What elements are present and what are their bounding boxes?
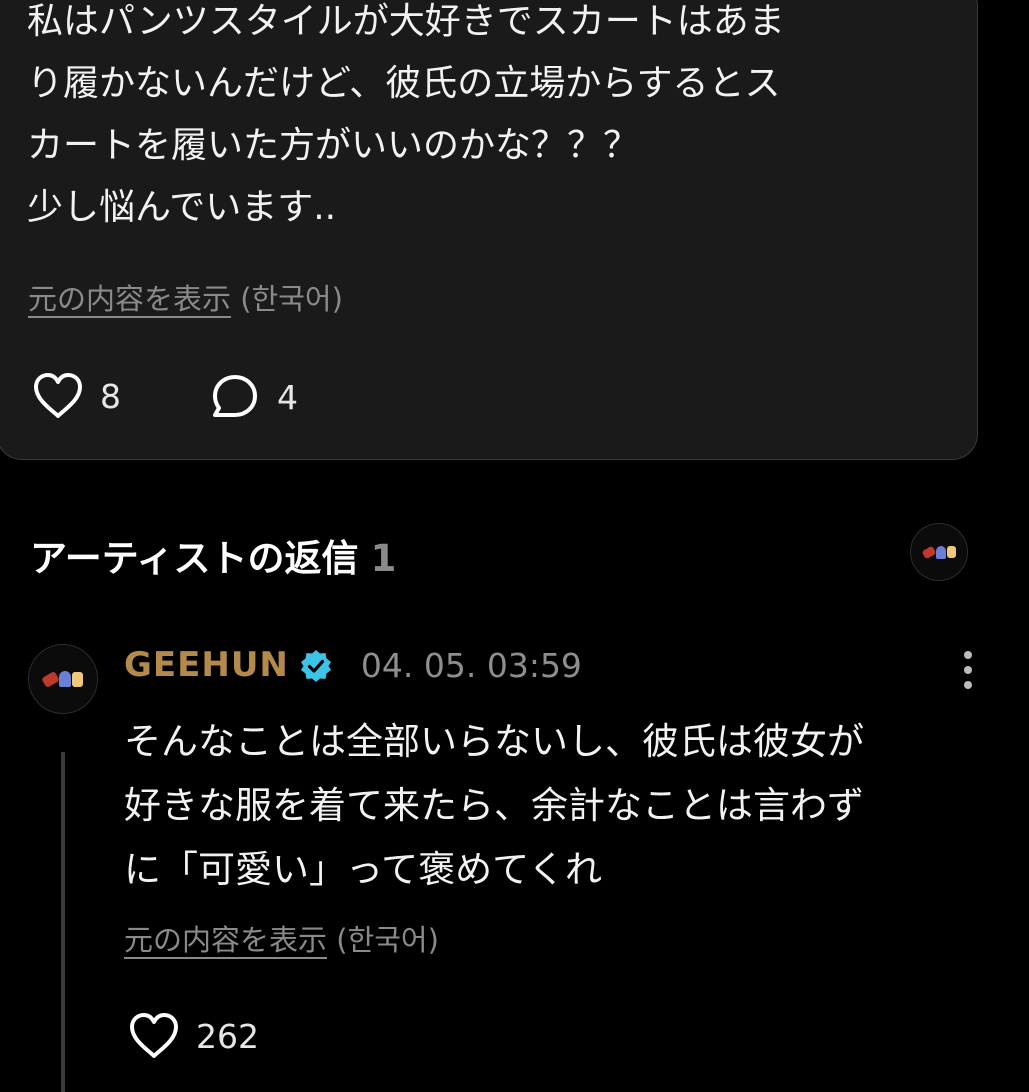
heart-outline-icon xyxy=(34,373,82,418)
reply-timestamp: 04. 05. 03:59 xyxy=(360,645,582,685)
post-line: り履かないんだけど、彼氏の立場からするとス xyxy=(27,63,781,104)
rock-hand-emoji xyxy=(72,671,83,687)
artist-replies-title: アーティストの返信 xyxy=(30,537,359,580)
post-comment-count: 4 xyxy=(277,377,298,417)
reply-original-language: (한국어) xyxy=(336,923,439,957)
more-vertical-icon[interactable] xyxy=(957,648,979,692)
thread-line xyxy=(61,752,65,1092)
reply-line: 好きな服を着て来たら、余計なことは言わず xyxy=(124,784,864,827)
reply-like-button[interactable]: 262 xyxy=(128,1012,259,1060)
artist-avatar-small[interactable] xyxy=(910,523,968,581)
reply-avatar[interactable] xyxy=(28,644,98,714)
post-like-button[interactable]: 8 xyxy=(32,372,121,420)
reply-like-count: 262 xyxy=(196,1016,259,1056)
post-body: 私はパンツスタイルが大好きでスカートはあま り履かないんだけど、彼氏の立場からす… xyxy=(27,0,927,239)
reply-translate-row: 元の内容を表示 (한국어) xyxy=(124,917,439,959)
guitar-emoji xyxy=(921,545,936,559)
post-translate-row: 元の内容を表示 (한국어) xyxy=(28,276,343,318)
post-show-original-link[interactable]: 元の内容を表示 xyxy=(28,282,231,316)
reply-line: そんなことは全部いらないし、彼氏は彼女が xyxy=(124,720,864,763)
post-original-language: (한국어) xyxy=(240,282,343,316)
reply-show-original-link[interactable]: 元の内容を表示 xyxy=(124,923,327,957)
reply-header: GEEHUN 04. 05. 03:59 xyxy=(124,645,582,685)
post-line: 私はパンツスタイルが大好きでスカートはあま xyxy=(27,1,785,42)
verified-badge-icon xyxy=(300,650,331,682)
speech-bubble-icon xyxy=(213,375,257,417)
person-emoji xyxy=(935,545,946,559)
rock-hand-emoji xyxy=(946,546,956,558)
reply-line: に「可愛い」って褒めてくれ xyxy=(124,848,603,891)
reply-author-name[interactable]: GEEHUN xyxy=(124,645,289,685)
heart-outline-icon xyxy=(130,1013,178,1058)
guitar-emoji xyxy=(41,670,60,688)
post-like-count: 8 xyxy=(100,376,121,416)
artist-replies-heading: アーティストの返信 1 xyxy=(30,528,396,582)
artist-replies-count: 1 xyxy=(370,537,397,580)
post-card: 私はパンツスタイルが大好きでスカートはあま り履かないんだけど、彼氏の立場からす… xyxy=(0,0,978,460)
post-comment-button[interactable]: 4 xyxy=(209,372,298,422)
person-emoji xyxy=(59,671,71,687)
post-line: 少し悩んでいます.. xyxy=(27,187,337,228)
post-line: カートを履いた方がいいのかな？？？ xyxy=(27,125,640,166)
reply-body: そんなことは全部いらないし、彼氏は彼女が 好きな服を着て来たら、余計なことは言わ… xyxy=(124,710,1004,902)
